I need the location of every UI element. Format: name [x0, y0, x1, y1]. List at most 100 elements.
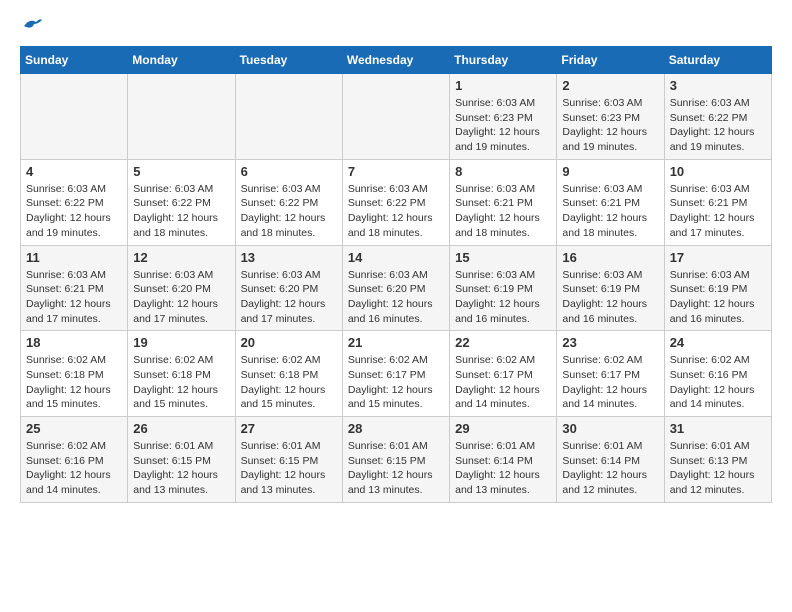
day-number: 9: [562, 164, 658, 179]
day-number: 26: [133, 421, 229, 436]
day-info: Sunrise: 6:01 AMSunset: 6:14 PMDaylight:…: [562, 439, 658, 498]
day-number: 10: [670, 164, 766, 179]
calendar-week-2: 4 Sunrise: 6:03 AMSunset: 6:22 PMDaylight…: [21, 159, 772, 245]
day-info: Sunrise: 6:03 AMSunset: 6:21 PMDaylight:…: [670, 182, 766, 241]
weekday-header-tuesday: Tuesday: [235, 47, 342, 74]
calendar-cell: 4 Sunrise: 6:03 AMSunset: 6:22 PMDaylight…: [21, 159, 128, 245]
day-info: Sunrise: 6:02 AMSunset: 6:18 PMDaylight:…: [241, 353, 337, 412]
calendar-week-5: 25Sunrise: 6:02 AMSunset: 6:16 PMDayligh…: [21, 417, 772, 503]
day-number: 5: [133, 164, 229, 179]
day-info: Sunrise: 6:03 AMSunset: 6:21 PMDaylight:…: [26, 268, 122, 327]
day-info: Sunrise: 6:01 AMSunset: 6:15 PMDaylight:…: [133, 439, 229, 498]
weekday-header-saturday: Saturday: [664, 47, 771, 74]
day-number: 6: [241, 164, 337, 179]
calendar-table: SundayMondayTuesdayWednesdayThursdayFrid…: [20, 46, 772, 503]
day-number: 15: [455, 250, 551, 265]
day-number: 31: [670, 421, 766, 436]
calendar-cell: [235, 74, 342, 160]
day-info: Sunrise: 6:01 AMSunset: 6:13 PMDaylight:…: [670, 439, 766, 498]
calendar-cell: 17 Sunrise: 6:03 AMSunset: 6:19 PMDayligh…: [664, 245, 771, 331]
day-number: 12: [133, 250, 229, 265]
day-info: Sunrise: 6:03 AMSunset: 6:23 PMDaylight:…: [455, 96, 551, 155]
calendar-week-1: 1 Sunrise: 6:03 AMSunset: 6:23 PMDaylight…: [21, 74, 772, 160]
day-number: 18: [26, 335, 122, 350]
calendar-cell: 22 Sunrise: 6:02 AMSunset: 6:17 PMDayligh…: [450, 331, 557, 417]
calendar-cell: 6 Sunrise: 6:03 AMSunset: 6:22 PMDaylight…: [235, 159, 342, 245]
weekday-header-friday: Friday: [557, 47, 664, 74]
day-number: 17: [670, 250, 766, 265]
weekday-header-wednesday: Wednesday: [342, 47, 449, 74]
calendar-cell: 15 Sunrise: 6:03 AMSunset: 6:19 PMDayligh…: [450, 245, 557, 331]
calendar-cell: 9 Sunrise: 6:03 AMSunset: 6:21 PMDaylight…: [557, 159, 664, 245]
day-info: Sunrise: 6:03 AMSunset: 6:22 PMDaylight:…: [26, 182, 122, 241]
calendar-week-4: 18 Sunrise: 6:02 AMSunset: 6:18 PMDayligh…: [21, 331, 772, 417]
calendar-cell: 14Sunrise: 6:03 AMSunset: 6:20 PMDayligh…: [342, 245, 449, 331]
day-info: Sunrise: 6:03 AMSunset: 6:19 PMDaylight:…: [670, 268, 766, 327]
day-number: 28: [348, 421, 444, 436]
calendar-cell: [21, 74, 128, 160]
calendar-cell: 25Sunrise: 6:02 AMSunset: 6:16 PMDayligh…: [21, 417, 128, 503]
calendar-cell: 11 Sunrise: 6:03 AMSunset: 6:21 PMDayligh…: [21, 245, 128, 331]
day-number: 13: [241, 250, 337, 265]
day-info: Sunrise: 6:01 AMSunset: 6:15 PMDaylight:…: [241, 439, 337, 498]
calendar-cell: [128, 74, 235, 160]
day-number: 16: [562, 250, 658, 265]
day-info: Sunrise: 6:01 AMSunset: 6:15 PMDaylight:…: [348, 439, 444, 498]
day-number: 4: [26, 164, 122, 179]
page-header: [20, 20, 772, 36]
day-number: 2: [562, 78, 658, 93]
day-info: Sunrise: 6:03 AMSunset: 6:22 PMDaylight:…: [241, 182, 337, 241]
day-info: Sunrise: 6:03 AMSunset: 6:21 PMDaylight:…: [455, 182, 551, 241]
calendar-cell: 24 Sunrise: 6:02 AMSunset: 6:16 PMDayligh…: [664, 331, 771, 417]
day-info: Sunrise: 6:02 AMSunset: 6:18 PMDaylight:…: [26, 353, 122, 412]
weekday-header-monday: Monday: [128, 47, 235, 74]
day-number: 11: [26, 250, 122, 265]
weekday-header-row: SundayMondayTuesdayWednesdayThursdayFrid…: [21, 47, 772, 74]
calendar-cell: 12Sunrise: 6:03 AMSunset: 6:20 PMDayligh…: [128, 245, 235, 331]
calendar-cell: 7 Sunrise: 6:03 AMSunset: 6:22 PMDaylight…: [342, 159, 449, 245]
day-info: Sunrise: 6:03 AMSunset: 6:22 PMDaylight:…: [348, 182, 444, 241]
day-number: 27: [241, 421, 337, 436]
calendar-cell: 20 Sunrise: 6:02 AMSunset: 6:18 PMDayligh…: [235, 331, 342, 417]
calendar-cell: 5 Sunrise: 6:03 AMSunset: 6:22 PMDaylight…: [128, 159, 235, 245]
day-number: 22: [455, 335, 551, 350]
day-number: 21: [348, 335, 444, 350]
day-number: 1: [455, 78, 551, 93]
day-info: Sunrise: 6:03 AMSunset: 6:21 PMDaylight:…: [562, 182, 658, 241]
calendar-cell: 28 Sunrise: 6:01 AMSunset: 6:15 PMDayligh…: [342, 417, 449, 503]
day-number: 20: [241, 335, 337, 350]
day-info: Sunrise: 6:02 AMSunset: 6:17 PMDaylight:…: [455, 353, 551, 412]
day-info: Sunrise: 6:02 AMSunset: 6:17 PMDaylight:…: [348, 353, 444, 412]
calendar-cell: 1 Sunrise: 6:03 AMSunset: 6:23 PMDaylight…: [450, 74, 557, 160]
calendar-cell: [342, 74, 449, 160]
day-info: Sunrise: 6:03 AMSunset: 6:20 PMDaylight:…: [241, 268, 337, 327]
calendar-cell: 13 Sunrise: 6:03 AMSunset: 6:20 PMDayligh…: [235, 245, 342, 331]
day-number: 3: [670, 78, 766, 93]
calendar-cell: 3Sunrise: 6:03 AMSunset: 6:22 PMDaylight…: [664, 74, 771, 160]
calendar-cell: 29 Sunrise: 6:01 AMSunset: 6:14 PMDayligh…: [450, 417, 557, 503]
day-info: Sunrise: 6:03 AMSunset: 6:19 PMDaylight:…: [455, 268, 551, 327]
weekday-header-sunday: Sunday: [21, 47, 128, 74]
calendar-cell: 26 Sunrise: 6:01 AMSunset: 6:15 PMDayligh…: [128, 417, 235, 503]
logo-bird-icon: [22, 16, 44, 36]
weekday-header-thursday: Thursday: [450, 47, 557, 74]
day-number: 7: [348, 164, 444, 179]
logo: [20, 20, 44, 36]
calendar-cell: 23 Sunrise: 6:02 AMSunset: 6:17 PMDayligh…: [557, 331, 664, 417]
day-info: Sunrise: 6:02 AMSunset: 6:16 PMDaylight:…: [670, 353, 766, 412]
day-info: Sunrise: 6:01 AMSunset: 6:14 PMDaylight:…: [455, 439, 551, 498]
calendar-cell: 30 Sunrise: 6:01 AMSunset: 6:14 PMDayligh…: [557, 417, 664, 503]
day-number: 24: [670, 335, 766, 350]
day-number: 25: [26, 421, 122, 436]
day-info: Sunrise: 6:03 AMSunset: 6:23 PMDaylight:…: [562, 96, 658, 155]
day-info: Sunrise: 6:02 AMSunset: 6:17 PMDaylight:…: [562, 353, 658, 412]
day-number: 23: [562, 335, 658, 350]
day-number: 29: [455, 421, 551, 436]
day-number: 8: [455, 164, 551, 179]
day-number: 14: [348, 250, 444, 265]
calendar-cell: 31 Sunrise: 6:01 AMSunset: 6:13 PMDayligh…: [664, 417, 771, 503]
day-number: 19: [133, 335, 229, 350]
day-info: Sunrise: 6:03 AMSunset: 6:22 PMDaylight:…: [133, 182, 229, 241]
day-number: 30: [562, 421, 658, 436]
calendar-cell: 18 Sunrise: 6:02 AMSunset: 6:18 PMDayligh…: [21, 331, 128, 417]
